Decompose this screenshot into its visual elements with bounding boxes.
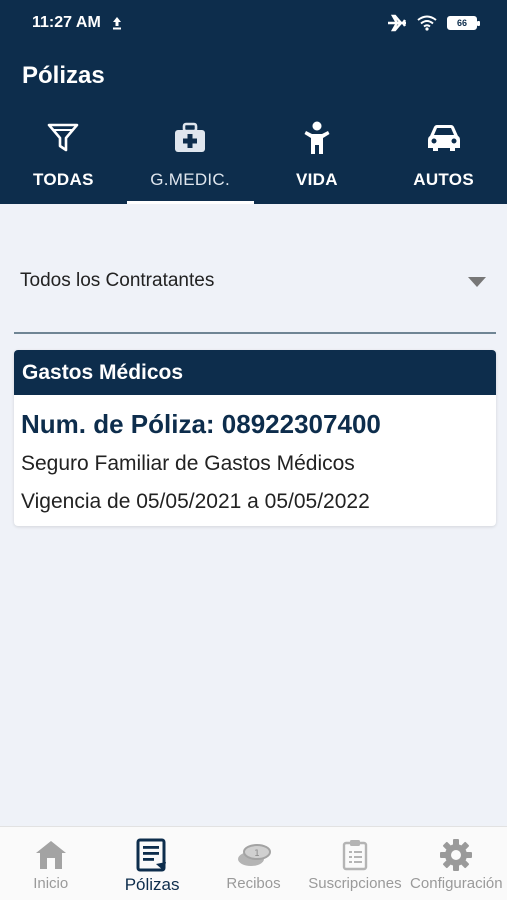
app-header: 11:27 AM 66 Pólizas TODAS G.MEDIC. VIDA … xyxy=(0,0,507,204)
policy-card[interactable]: Gastos Médicos Num. de Póliza: 089223074… xyxy=(14,350,496,526)
svg-text:1: 1 xyxy=(254,849,260,859)
policy-document-icon xyxy=(136,838,167,872)
bottom-navigation: Inicio Pólizas 1 Recibos Suscripciones C… xyxy=(0,826,507,900)
battery-icon: 66 xyxy=(447,16,480,30)
tab-label: VIDA xyxy=(295,170,338,189)
nav-item-polizas[interactable]: Pólizas xyxy=(101,827,202,900)
medical-kit-icon xyxy=(175,122,206,152)
chevron-down-icon xyxy=(468,277,486,287)
policy-card-header: Gastos Médicos xyxy=(14,350,496,395)
policy-type-tabs: TODAS G.MEDIC. VIDA AUTOS xyxy=(0,118,507,204)
wifi-icon xyxy=(417,15,437,31)
policy-number: Num. de Póliza: 08922307400 xyxy=(21,409,381,439)
tab-label: AUTOS xyxy=(413,170,474,189)
status-time: 11:27 AM xyxy=(32,14,101,31)
airplane-icon xyxy=(388,14,406,32)
coins-icon: 1 xyxy=(237,844,271,866)
tab-label: G.MEDIC. xyxy=(150,170,231,189)
policy-validity: Vigencia de 05/05/2021 a 05/05/2022 xyxy=(21,490,370,513)
contractor-select-value: Todos los Contratantes xyxy=(20,270,215,291)
tab-todas[interactable]: TODAS xyxy=(0,118,127,204)
status-icons: 66 xyxy=(387,14,480,32)
nav-label: Suscripciones xyxy=(308,875,402,892)
nav-item-suscripciones[interactable]: Suscripciones xyxy=(304,827,405,900)
home-icon xyxy=(35,841,66,869)
nav-label: Pólizas xyxy=(124,875,180,894)
status-time-group: 11:27 AM xyxy=(32,14,123,32)
gear-icon xyxy=(440,839,473,871)
tab-gastos-medicos[interactable]: G.MEDIC. xyxy=(126,118,254,204)
policy-description: Seguro Familiar de Gastos Médicos xyxy=(21,452,355,475)
tab-autos[interactable]: AUTOS xyxy=(380,118,507,204)
car-icon xyxy=(427,125,460,151)
tab-vida[interactable]: VIDA xyxy=(254,118,381,204)
status-bar: 11:27 AM 66 xyxy=(0,0,507,46)
nav-item-inicio[interactable]: Inicio xyxy=(0,827,101,900)
filter-icon xyxy=(48,123,79,152)
tab-label: TODAS xyxy=(33,170,94,189)
nav-label: Configuración xyxy=(410,875,503,892)
page-title: Pólizas xyxy=(22,62,105,89)
nav-label: Recibos xyxy=(226,875,281,892)
nav-item-configuracion[interactable]: Configuración xyxy=(406,827,507,900)
person-icon xyxy=(304,121,330,154)
upload-icon xyxy=(112,17,121,30)
clipboard-icon xyxy=(342,840,368,871)
contractor-select[interactable]: Todos los Contratantes xyxy=(14,250,496,334)
nav-label: Inicio xyxy=(33,875,69,892)
nav-item-recibos[interactable]: 1 Recibos xyxy=(203,827,304,900)
